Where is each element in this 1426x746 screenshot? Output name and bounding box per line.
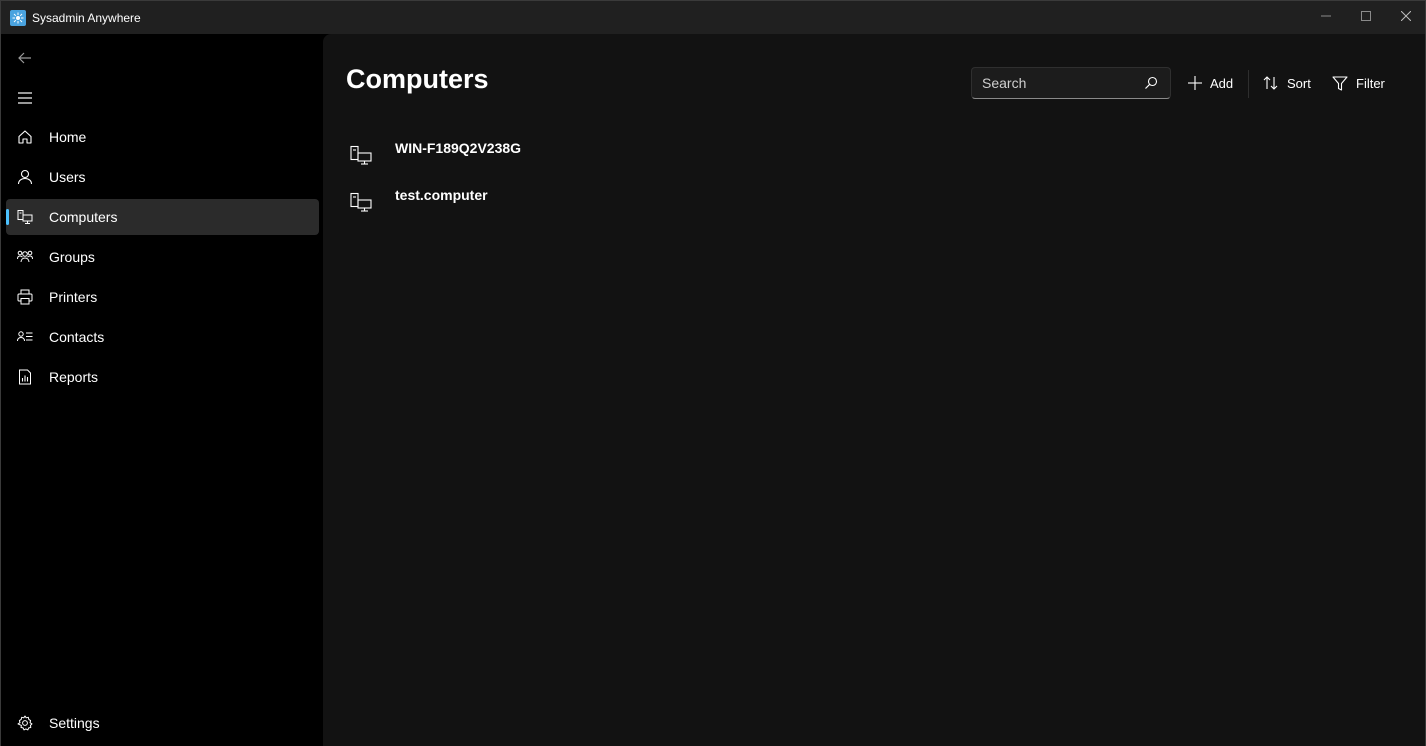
sidebar-item-label: Home: [49, 129, 87, 145]
sidebar-item-users[interactable]: Users: [6, 159, 319, 195]
computer-list-item[interactable]: WIN-F189Q2V238G: [345, 135, 765, 175]
app-window: Sysadmin Anywhere Home Users Computers G…: [0, 0, 1426, 746]
app-logo-icon: [10, 10, 26, 26]
sidebar-item-printers[interactable]: Printers: [6, 279, 319, 315]
sidebar-item-label: Reports: [49, 369, 99, 385]
minimize-button[interactable]: [1306, 1, 1346, 31]
gear-icon: [17, 715, 33, 731]
user-icon: [17, 169, 33, 185]
filter-button-label: Filter: [1356, 75, 1385, 91]
computer-name: test.computer: [395, 187, 488, 203]
sidebar-item-label: Users: [49, 169, 86, 185]
group-icon: [17, 250, 33, 263]
sidebar-item-home[interactable]: Home: [6, 119, 319, 155]
page-title: Computers: [346, 64, 489, 94]
sidebar-item-computers[interactable]: Computers: [6, 199, 319, 235]
add-button-label: Add: [1210, 75, 1234, 91]
selection-indicator: [6, 209, 9, 225]
sort-button[interactable]: Sort: [1263, 67, 1311, 99]
contacts-icon: [17, 331, 33, 342]
sidebar-item-reports[interactable]: Reports: [6, 359, 319, 395]
sidebar-item-contacts[interactable]: Contacts: [6, 319, 319, 355]
sort-icon: [1263, 76, 1278, 90]
hamburger-icon: [18, 92, 32, 104]
search-box[interactable]: [971, 67, 1171, 99]
computer-name: WIN-F189Q2V238G: [395, 140, 522, 156]
minimize-icon: [1321, 15, 1331, 17]
back-arrow-icon: [18, 52, 31, 64]
report-icon: [19, 369, 31, 385]
main-content: Computers Add Sort: [323, 34, 1425, 746]
back-button[interactable]: [7, 42, 43, 74]
computer-icon: [350, 192, 372, 212]
computer-list-item[interactable]: test.computer: [345, 182, 765, 222]
printer-icon: [17, 289, 33, 305]
maximize-icon: [1361, 11, 1371, 21]
sidebar-item-groups[interactable]: Groups: [6, 239, 319, 275]
close-icon: [1401, 11, 1411, 21]
sidebar-item-label: Settings: [49, 715, 100, 731]
hamburger-menu-button[interactable]: [7, 82, 43, 114]
close-button[interactable]: [1386, 1, 1426, 31]
computers-icon: [17, 210, 33, 224]
add-button[interactable]: Add: [1188, 67, 1233, 99]
navigation-pane: Home Users Computers Groups Printers Con…: [1, 34, 323, 746]
title-bar: Sysadmin Anywhere: [1, 1, 1425, 34]
sidebar-item-settings[interactable]: Settings: [6, 705, 319, 741]
sidebar-item-label: Computers: [49, 209, 118, 225]
sidebar-item-label: Contacts: [49, 329, 105, 345]
filter-icon: [1332, 75, 1348, 91]
sidebar-item-label: Printers: [49, 289, 98, 305]
computer-icon: [350, 145, 372, 165]
toolbar-separator: [1248, 70, 1249, 98]
sidebar-item-label: Groups: [49, 249, 95, 265]
search-input[interactable]: [982, 74, 1140, 92]
filter-button[interactable]: Filter: [1332, 67, 1385, 99]
plus-icon: [1188, 76, 1202, 90]
sort-button-label: Sort: [1287, 75, 1311, 91]
home-icon: [18, 130, 32, 144]
search-icon[interactable]: [1144, 76, 1158, 90]
maximize-button[interactable]: [1346, 1, 1386, 31]
app-title: Sysadmin Anywhere: [32, 11, 141, 25]
